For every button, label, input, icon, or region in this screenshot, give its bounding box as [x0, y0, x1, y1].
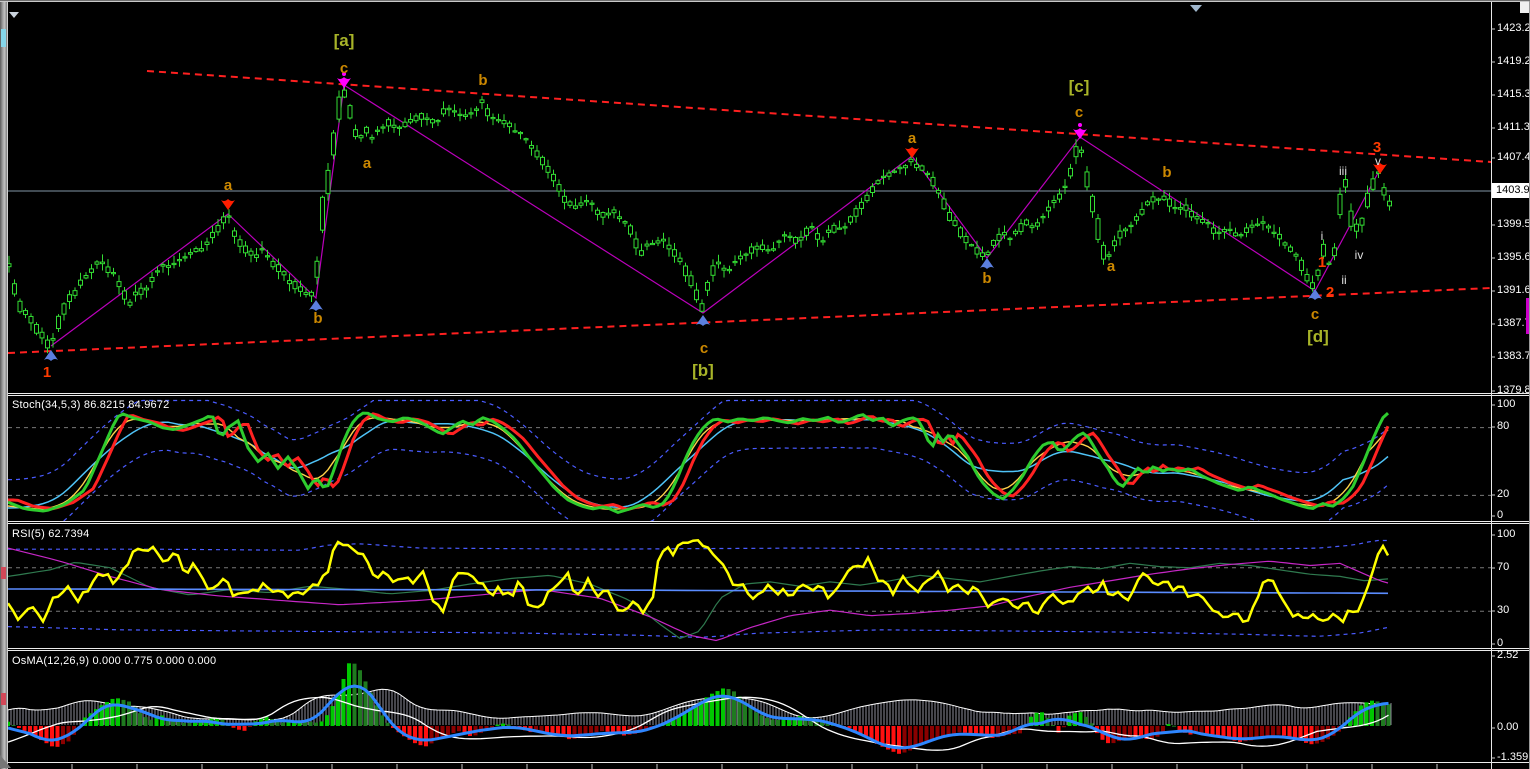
osma-axis-label: 2.52 [1497, 649, 1519, 661]
wave-label: b [1162, 164, 1171, 181]
wave-label: iii [1339, 164, 1347, 178]
price-axis-label: 1415.3 [1497, 88, 1530, 100]
stoch-axis-label: 80 [1497, 420, 1510, 432]
stoch-lower-band [62, 446, 1389, 521]
wave-label: ii [1341, 273, 1346, 287]
price-axis-label: 1395.6 [1497, 251, 1530, 263]
rsi-axis-label: 100 [1497, 528, 1516, 540]
wave-label: i [1321, 229, 1324, 243]
window-left-border [0, 1, 7, 769]
left-border-marker-red2 [1, 693, 6, 705]
price-axis-label: 1423.2 [1497, 22, 1530, 34]
price-axis-label: 1419.2 [1497, 55, 1530, 67]
price-axis-label: 1379.8 [1497, 384, 1530, 396]
wave-label: b [313, 310, 322, 327]
wave-label: [a] [334, 31, 355, 50]
wave-label: c [340, 60, 348, 77]
stoch-panel [8, 399, 1491, 521]
wave-label: a [363, 155, 372, 172]
rsi-indicator-label: RSI(5) 62.7394 [12, 528, 90, 540]
wave-label: iv [1355, 248, 1364, 262]
rsi-magenta-line [8, 547, 1389, 642]
price-axis-label: 1399.5 [1497, 218, 1530, 230]
buy-arrow-icon [696, 315, 710, 326]
wave-label: b [478, 72, 487, 89]
left-border-marker-red1 [1, 567, 6, 579]
wave-label: [c] [1069, 77, 1090, 96]
current-price-tag: 1403.9 [1492, 183, 1530, 198]
sell-arrow-icon [905, 147, 919, 158]
wave-label: c [1075, 104, 1083, 121]
wave-label: 3 [1373, 139, 1381, 156]
zigzag-line [50, 83, 1379, 347]
stoch-axis-label: 20 [1497, 488, 1510, 500]
stoch-axis-label: 0 [1497, 509, 1504, 521]
osma-panel [8, 663, 1392, 754]
wave-label: [b] [692, 361, 714, 380]
price-axis-label: 1407.4 [1497, 151, 1530, 163]
rsi-axis-label: 0 [1497, 637, 1504, 649]
rsi-green-line [8, 561, 1389, 640]
wave-marker-arrow-icon [1073, 123, 1087, 139]
mt4-chart-window: 1 a b c [a] a b c [b] a b c [c] a b i 1 ii 2 iii iv v 3 c [d] St… [0, 0, 1530, 769]
wave-label: c [700, 340, 708, 357]
price-axis-label: 1411.3 [1497, 121, 1530, 133]
stoch-indicator-label: Stoch(34,5,3) 86.8215 84.9672 [12, 399, 170, 411]
wave-label: a [908, 130, 917, 147]
axis-border [1491, 1, 1492, 769]
wave-label: 1 [43, 364, 51, 381]
axis-scroll-fragment [1526, 298, 1529, 334]
sell-arrow-icon [221, 199, 235, 210]
wave-label: [d] [1307, 327, 1329, 346]
rsi-main-line [8, 539, 1390, 625]
candlestick-series [8, 83, 1392, 354]
osma-axis-label: -1.359 [1497, 751, 1529, 763]
window-top-border [0, 1, 1530, 2]
wave-label: c [1311, 306, 1319, 323]
osma-axis-label: 0.00 [1497, 721, 1519, 733]
price-axis-label: 1391.6 [1497, 284, 1530, 296]
chart-dropdown-marker-icon[interactable] [9, 12, 19, 18]
chart-shift-marker-icon[interactable] [1190, 5, 1202, 12]
wave-label: v [1375, 154, 1381, 168]
wave-label: a [224, 177, 233, 194]
rsi-axis-label: 70 [1497, 561, 1510, 573]
left-border-marker-cyan [1, 29, 6, 47]
osma-indicator-label: OsMA(12,26,9) 0.000 0.775 0.000 0.000 [12, 655, 217, 667]
wave-label: 1 [1318, 254, 1326, 271]
wave-label: 2 [1326, 284, 1334, 301]
wave-label: b [982, 270, 991, 287]
rsi-axis-label: 30 [1497, 604, 1510, 616]
stoch-axis-label: 100 [1497, 398, 1516, 410]
rsi-panel [8, 539, 1491, 642]
chart-canvas[interactable]: 1 a b c [a] a b c [b] a b c [c] a b i 1 ii 2 iii iv v3 c [d] [0, 1, 1530, 769]
main-price-panel [8, 70, 1491, 354]
wave-label: a [1107, 258, 1116, 275]
lower-trendline [8, 287, 1491, 354]
price-axis-label: 1383.7 [1497, 350, 1530, 362]
